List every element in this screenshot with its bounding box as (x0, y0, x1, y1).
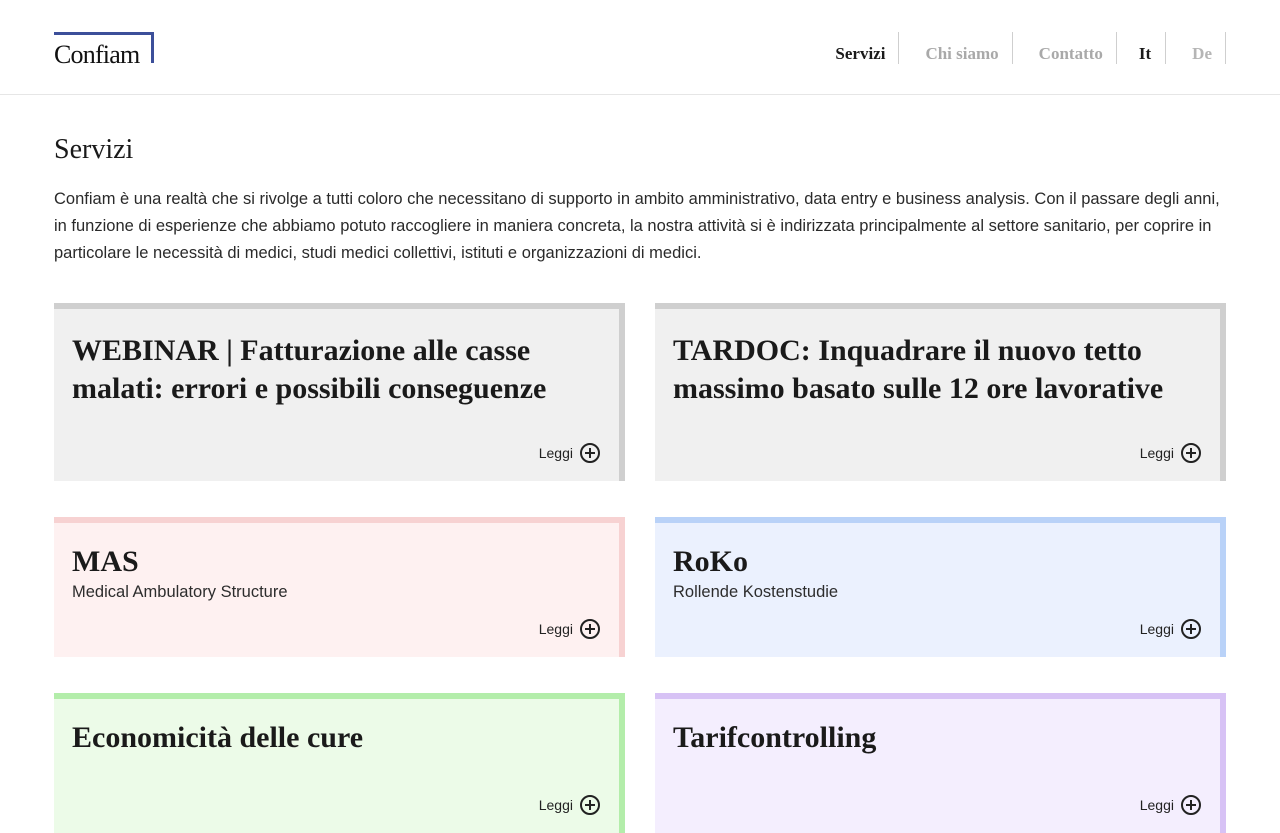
logo-text: Confiam (54, 40, 140, 69)
card-subtitle: Medical Ambulatory Structure (72, 583, 288, 601)
service-card-mas[interactable]: MAS Medical Ambulatory Structure Leggi (54, 517, 625, 657)
read-more-link[interactable]: Leggi (1140, 795, 1201, 815)
read-more-link[interactable]: Leggi (539, 443, 600, 463)
read-more-link[interactable]: Leggi (1140, 619, 1201, 639)
language-it-link[interactable]: It (1139, 32, 1167, 64)
plus-circle-icon (580, 619, 600, 639)
service-card-tarifcontrolling[interactable]: Tarifcontrolling Leggi (655, 693, 1226, 833)
main-nav: Servizi Chi siamo Contatto It De (809, 32, 1226, 64)
site-header: Confiam Servizi Chi siamo Contatto It De (0, 0, 1280, 95)
read-more-label: Leggi (538, 797, 573, 813)
read-more-link[interactable]: Leggi (539, 795, 600, 815)
nav-servizi-link[interactable]: Servizi (835, 32, 900, 64)
plus-circle-icon (580, 795, 600, 815)
plus-circle-icon (1181, 795, 1201, 815)
read-more-label: Leggi (538, 621, 573, 637)
nav-contatto-link[interactable]: Contatto (1039, 32, 1117, 64)
service-card-economicita[interactable]: Economicità delle cure Leggi (54, 693, 625, 833)
card-title: TARDOC: Inquadrare il nuovo tetto massim… (673, 334, 1164, 405)
service-card-roko[interactable]: RoKo Rollende Kostenstudie Leggi (655, 517, 1226, 657)
intro-text: Confiam è una realtà che si rivolge a tu… (54, 190, 1220, 262)
language-de-link[interactable]: De (1166, 32, 1226, 64)
page-title: Servizi (54, 134, 134, 165)
card-title: MAS (72, 545, 139, 578)
card-title: RoKo (673, 545, 748, 578)
read-more-label: Leggi (538, 445, 573, 461)
read-more-label: Leggi (1139, 797, 1174, 813)
read-more-link[interactable]: Leggi (539, 619, 600, 639)
read-more-label: Leggi (1139, 445, 1174, 461)
read-more-link[interactable]: Leggi (1140, 443, 1201, 463)
plus-circle-icon (1181, 619, 1201, 639)
card-title: WEBINAR | Fatturazione alle casse malati… (72, 334, 547, 405)
plus-circle-icon (580, 443, 600, 463)
read-more-label: Leggi (1139, 621, 1174, 637)
plus-circle-icon (1181, 443, 1201, 463)
logo[interactable]: Confiam (54, 32, 154, 68)
nav-chi-siamo-link[interactable]: Chi siamo (925, 32, 1013, 64)
card-subtitle: Rollende Kostenstudie (673, 583, 839, 601)
card-title: Tarifcontrolling (673, 721, 877, 754)
service-card-tardoc[interactable]: TARDOC: Inquadrare il nuovo tetto massim… (655, 303, 1226, 481)
service-card-webinar[interactable]: WEBINAR | Fatturazione alle casse malati… (54, 303, 625, 481)
card-title: Economicità delle cure (72, 721, 364, 754)
